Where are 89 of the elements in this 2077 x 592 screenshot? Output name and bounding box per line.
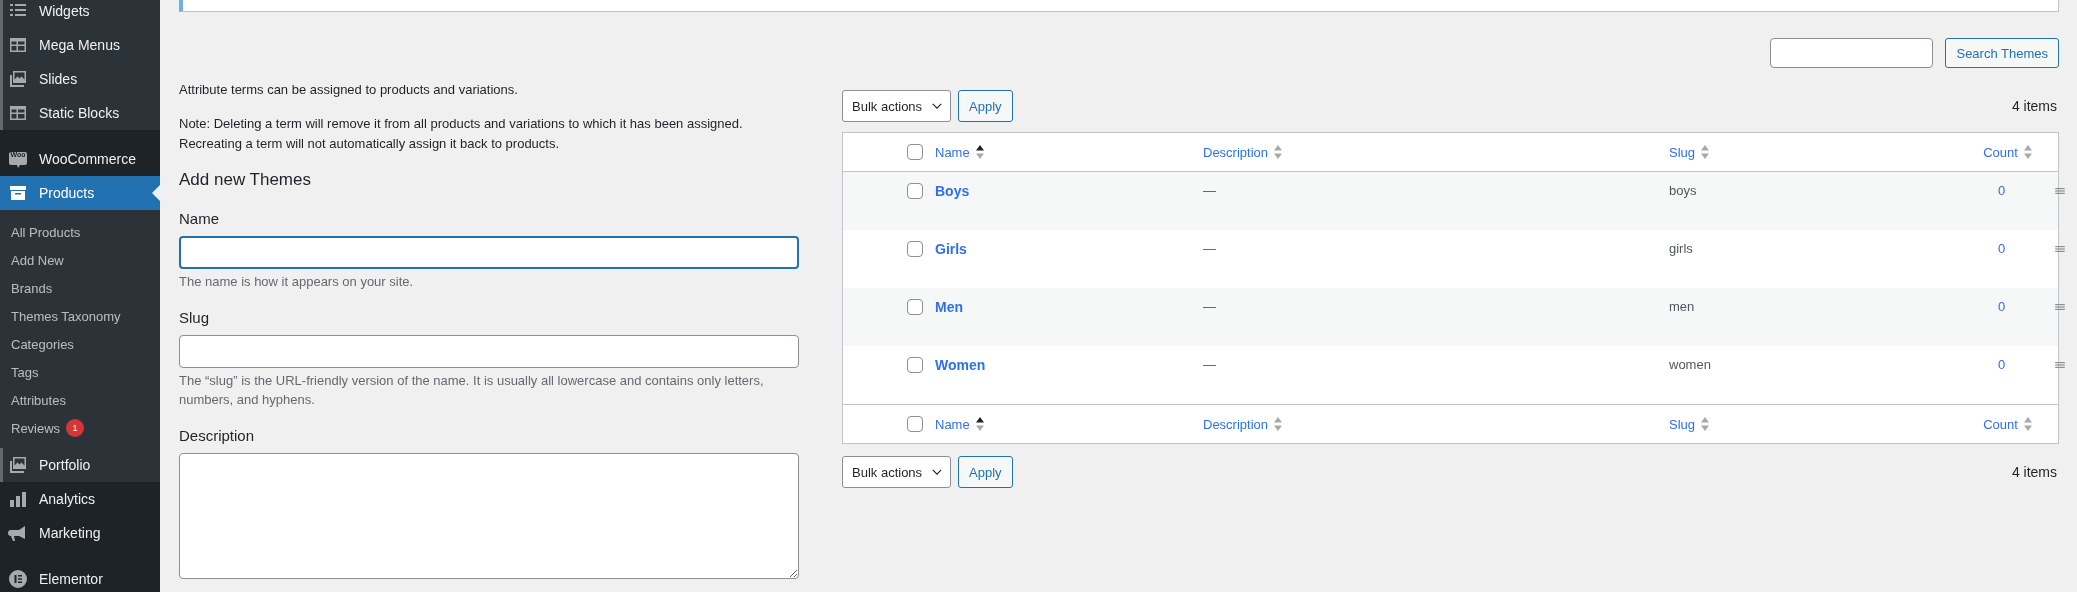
stacked-images-icon — [8, 455, 28, 475]
column-header-link[interactable]: Count — [1983, 416, 2018, 432]
row-checkbox[interactable] — [907, 183, 923, 199]
field-hint: The name is how it appears on your site. — [179, 273, 415, 291]
note-text: Note: Deleting a term will remove it from all products and variations to which it has been assigned. Recreating a term will not automatically assign it back to products. — [179, 115, 744, 153]
drag-handle-icon[interactable] — [2054, 185, 2066, 197]
menu-label: Widgets — [39, 3, 90, 19]
menu-label: WooCommerce — [39, 151, 136, 167]
column-header-link[interactable]: Slug — [1669, 416, 1696, 432]
submenu-link[interactable]: Tags — [11, 364, 39, 380]
description-cell: — — [1203, 241, 1216, 256]
stacked-images-icon — [8, 69, 28, 89]
column-header-link[interactable]: Description — [1203, 416, 1269, 432]
drag-handle-icon[interactable] — [2054, 301, 2066, 313]
slug-cell: girls — [1669, 241, 1693, 256]
term-name-link[interactable]: Boys — [935, 183, 970, 199]
item-count: 4 items — [2011, 98, 2058, 114]
drag-handle-icon[interactable] — [2054, 359, 2066, 371]
column-header-link[interactable]: Description — [1203, 144, 1269, 160]
field-label: Description — [179, 426, 256, 446]
menu-item[interactable]: Static Blocks — [0, 96, 160, 130]
menu-item[interactable]: Marketing — [0, 516, 160, 550]
select-all-checkbox[interactable] — [907, 416, 923, 432]
bulk-actions-dropdown[interactable]: Bulk actions — [842, 456, 952, 488]
term-name-link[interactable]: Women — [935, 357, 986, 373]
description-field[interactable] — [179, 453, 799, 579]
search-button[interactable]: Search Themes — [1945, 38, 2059, 68]
description-cell: — — [1203, 183, 1216, 198]
select-all-checkbox[interactable] — [907, 144, 923, 160]
row-checkbox[interactable] — [907, 357, 923, 373]
menu-item[interactable]: Portfolio — [0, 448, 160, 482]
item-count: 4 items — [2011, 464, 2058, 480]
drag-handle-icon[interactable] — [2054, 243, 2066, 255]
menu-item[interactable]: Mega Menus — [0, 28, 160, 62]
slug-cell: boys — [1669, 183, 1697, 198]
megaphone-icon — [8, 523, 28, 543]
menu-label: Mega Menus — [39, 37, 120, 53]
slug-cell: women — [1669, 357, 1711, 372]
text-field[interactable] — [179, 236, 799, 269]
menu-item[interactable]: Slides — [0, 62, 160, 96]
count-badge: 1 — [66, 419, 85, 437]
archive-box-icon — [8, 183, 28, 203]
grid-icon — [8, 35, 28, 55]
form-heading: Add new Themes — [179, 169, 312, 191]
submenu-link[interactable]: Brands — [11, 280, 53, 296]
submenu-link[interactable]: All Products — [11, 224, 81, 240]
term-count-link[interactable]: 0 — [1997, 241, 2006, 256]
menu-item[interactable]: Products — [0, 176, 160, 210]
menu-label: Static Blocks — [39, 105, 120, 121]
bar-chart-icon — [8, 489, 28, 509]
field-hint: The “slug” is the URL-friendly version of the name. It is usually all lowercase and contains only letters, numbers, and hyphens. — [179, 372, 765, 409]
menu-item[interactable]: Analytics — [0, 482, 160, 516]
field-label: Slug — [179, 308, 211, 328]
menu-item[interactable]: Widgets — [0, 0, 160, 28]
menu-label: Portfolio — [39, 457, 91, 473]
term-count-link[interactable]: 0 — [1997, 183, 2006, 198]
column-header-link[interactable]: Slug — [1669, 144, 1696, 160]
menu-label: Slides — [39, 71, 78, 87]
submenu-link[interactable]: Add New — [11, 252, 64, 268]
apply-button[interactable]: Apply — [958, 456, 1013, 488]
menu-label: Products — [39, 185, 95, 201]
submenu-link[interactable]: Categories — [11, 336, 74, 352]
term-name-link[interactable]: Men — [935, 299, 963, 315]
slug-cell: men — [1669, 299, 1695, 314]
description-cell: — — [1203, 299, 1216, 314]
row-checkbox[interactable] — [907, 299, 923, 315]
bulk-actions-dropdown[interactable]: Bulk actions — [842, 90, 952, 122]
term-name-link[interactable]: Girls — [935, 241, 967, 257]
menu-label: Marketing — [39, 525, 101, 541]
description-cell: — — [1203, 357, 1216, 372]
term-count-link[interactable]: 0 — [1997, 357, 2006, 372]
search-field[interactable] — [1770, 38, 1934, 68]
grid-icon — [8, 103, 28, 123]
column-header-link[interactable]: Name — [935, 416, 970, 432]
column-header-link[interactable]: Count — [1983, 144, 2018, 160]
menu-label: Elementor — [39, 571, 103, 587]
submenu-link[interactable]: Attributes — [11, 392, 66, 408]
submenu-link[interactable]: Themes Taxonomy — [11, 308, 121, 324]
column-header-link[interactable]: Name — [935, 144, 970, 160]
term-count-link[interactable]: 0 — [1997, 299, 2006, 314]
text-field[interactable] — [179, 335, 799, 368]
intro-text: Attribute terms can be assigned to products and variations. — [179, 81, 519, 99]
menu-label: Analytics — [39, 491, 96, 507]
apply-button[interactable]: Apply — [958, 90, 1013, 122]
field-label: Name — [179, 209, 220, 229]
submenu-link[interactable]: Reviews — [11, 420, 61, 436]
circle-logo-icon — [8, 569, 28, 589]
menu-item[interactable]: Elementor — [0, 562, 160, 592]
row-checkbox[interactable] — [907, 241, 923, 257]
